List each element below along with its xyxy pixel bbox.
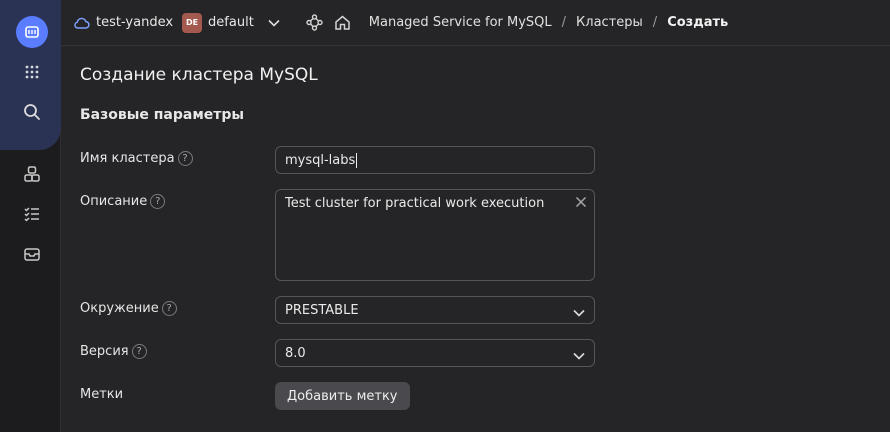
description-textarea[interactable]: Test cluster for practical work executio… <box>275 189 595 281</box>
help-icon[interactable]: ? <box>161 301 177 316</box>
folder-name: default <box>208 15 254 30</box>
breadcrumb-service[interactable]: Managed Service for MySQL <box>369 15 552 30</box>
version-select[interactable]: 8.0 <box>275 339 595 367</box>
breadcrumb-separator: / <box>561 15 567 30</box>
inbox-icon[interactable] <box>20 242 44 266</box>
cluster-name-label-text: Имя кластера <box>80 151 175 166</box>
environment-select[interactable]: PRESTABLE <box>275 296 595 324</box>
description-label-text: Описание <box>80 194 148 209</box>
labels-label: Метки <box>80 387 123 402</box>
chevron-down-icon <box>573 306 585 321</box>
services-icon[interactable] <box>20 162 44 186</box>
top-bar: test-yandex DE default Managed Service f… <box>61 0 890 46</box>
network-icon[interactable] <box>306 14 323 31</box>
labels-label-text: Метки <box>80 387 124 402</box>
add-label-button[interactable]: Добавить метку <box>275 382 410 410</box>
home-icon[interactable] <box>334 14 351 31</box>
cloud-selector[interactable]: test-yandex <box>73 15 173 30</box>
version-label: Версия ? <box>80 344 147 359</box>
help-icon[interactable]: ? <box>177 151 193 166</box>
help-icon[interactable]: ? <box>150 194 166 209</box>
breadcrumb-separator: / <box>652 15 658 30</box>
clear-icon[interactable] <box>575 196 587 208</box>
version-label-text: Версия <box>80 344 129 359</box>
apps-grid-icon[interactable] <box>20 60 44 84</box>
text-caret <box>356 152 358 168</box>
environment-label-text: Окружение <box>80 301 159 316</box>
folder-selector[interactable]: DE default <box>182 12 280 33</box>
section-title: Базовые параметры <box>80 107 245 123</box>
description-label: Описание ? <box>80 194 166 209</box>
page-title: Создание кластера MySQL <box>80 65 318 85</box>
cluster-name-value: mysql-labs <box>285 152 356 168</box>
help-icon[interactable]: ? <box>131 344 147 359</box>
environment-label: Окружение ? <box>80 301 177 316</box>
folder-badge: DE <box>182 12 203 33</box>
cloud-icon <box>73 16 90 30</box>
chevron-down-icon[interactable] <box>268 19 280 27</box>
breadcrumb: Managed Service for MySQL / Кластеры / С… <box>369 15 728 30</box>
description-value: Test cluster for practical work executio… <box>285 196 545 211</box>
checklist-icon[interactable] <box>20 202 44 226</box>
cluster-name-label: Имя кластера ? <box>80 151 193 166</box>
search-icon[interactable] <box>20 100 44 124</box>
version-value: 8.0 <box>285 345 306 361</box>
environment-value: PRESTABLE <box>285 302 359 318</box>
chevron-down-icon <box>573 349 585 364</box>
logo-icon[interactable] <box>16 16 48 48</box>
breadcrumb-create: Создать <box>667 15 729 30</box>
left-rail <box>0 0 61 432</box>
breadcrumb-clusters[interactable]: Кластеры <box>576 15 643 30</box>
cluster-name-input[interactable]: mysql-labs <box>275 146 595 174</box>
cloud-name: test-yandex <box>96 15 174 30</box>
